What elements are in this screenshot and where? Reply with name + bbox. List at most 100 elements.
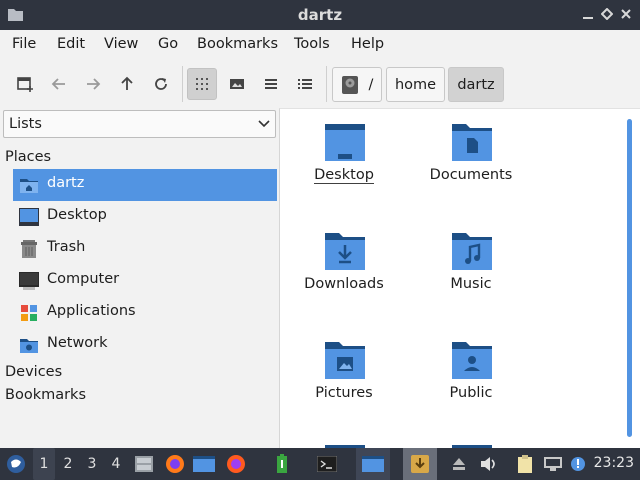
network-icon — [20, 339, 38, 353]
task-battery-app[interactable] — [272, 448, 292, 480]
arrow-left-icon — [51, 78, 65, 90]
section-devices[interactable]: Devices — [5, 364, 62, 380]
file-item-documents[interactable]: Documents — [411, 113, 531, 213]
volume-button[interactable] — [478, 448, 500, 480]
sidebar-item-dartz[interactable]: dartz — [13, 169, 277, 201]
terminal-task[interactable] — [314, 448, 340, 480]
applications-icon — [21, 305, 37, 321]
menu-bookmarks[interactable]: Bookmarks — [195, 36, 280, 52]
toolbar-separator — [326, 66, 327, 102]
toolbar-separator — [182, 66, 183, 102]
sidebar-item-desktop[interactable]: Desktop — [13, 201, 277, 233]
file-view[interactable]: Desktop Documents Downloads Music Pictur… — [279, 108, 640, 448]
public-folder-icon — [452, 342, 492, 379]
menu-tools[interactable]: Tools — [292, 36, 332, 52]
up-button[interactable] — [112, 68, 142, 100]
sidebar-item-label: Computer — [47, 271, 120, 287]
file-item-pictures[interactable]: Pictures — [284, 331, 404, 431]
firefox-launcher[interactable] — [163, 448, 187, 480]
drive-icon — [341, 75, 358, 94]
minimize-button[interactable] — [580, 6, 596, 22]
firefox-icon — [227, 455, 245, 473]
back-button[interactable] — [44, 68, 74, 100]
close-button[interactable] — [618, 6, 634, 22]
sidebar-item-trash[interactable]: Trash — [13, 233, 277, 265]
menu-edit[interactable]: Edit — [55, 36, 87, 52]
workspace-3[interactable]: 3 — [81, 448, 103, 480]
pictures-folder-icon — [325, 342, 365, 379]
download-icon — [411, 455, 429, 473]
arrow-right-icon — [87, 78, 101, 90]
reload-icon — [155, 78, 167, 90]
taskbar: 1 2 3 4 23:23 — [0, 448, 640, 480]
file-manager-launcher[interactable] — [132, 448, 156, 480]
menu-file[interactable]: File — [10, 36, 38, 52]
eject-icon — [453, 458, 465, 470]
file-manager-task[interactable] — [356, 448, 390, 480]
sidebar-item-label: Applications — [47, 303, 136, 319]
documents-folder-icon — [452, 124, 492, 161]
thumbnail-view-button[interactable] — [222, 68, 252, 100]
menu-go[interactable]: Go — [156, 36, 180, 52]
sidebar-item-applications[interactable]: Applications — [13, 297, 277, 329]
workspace-2[interactable]: 2 — [57, 448, 79, 480]
sidebar-view-select[interactable]: Lists — [3, 110, 276, 138]
workspace-1[interactable]: 1 — [33, 448, 55, 480]
menu-bar: File Edit View Go Bookmarks Tools Help — [0, 30, 640, 60]
detail-list-icon — [298, 79, 312, 89]
desktop-icon — [193, 456, 215, 472]
breadcrumb-home[interactable]: home — [386, 67, 445, 102]
forward-button[interactable] — [78, 68, 108, 100]
lubuntu-logo-icon — [7, 455, 25, 473]
file-item-downloads[interactable]: Downloads — [284, 222, 404, 322]
downloads-task[interactable] — [403, 448, 437, 480]
image-view-icon — [230, 79, 244, 89]
section-places[interactable]: Places — [5, 149, 51, 165]
music-folder-icon — [452, 233, 492, 270]
file-item-public[interactable]: Public — [411, 331, 531, 431]
clipboard-button[interactable] — [514, 448, 536, 480]
compact-list-icon — [265, 79, 277, 89]
eject-button[interactable] — [449, 448, 469, 480]
home-folder-icon — [20, 179, 38, 193]
firefox-icon — [166, 455, 184, 473]
sidebar-item-label: Network — [47, 335, 108, 351]
start-menu-button[interactable] — [4, 448, 28, 480]
sidebar: Lists Places dartz Desktop Trash Compute… — [0, 108, 279, 448]
show-desktop-button[interactable] — [192, 448, 216, 480]
computer-icon — [19, 272, 39, 290]
breadcrumb-home-label: home — [394, 76, 437, 93]
sidebar-item-label: Trash — [47, 239, 86, 255]
section-bookmarks[interactable]: Bookmarks — [5, 387, 86, 403]
arrow-up-icon — [121, 76, 133, 90]
sidebar-item-computer[interactable]: Computer — [13, 265, 277, 297]
clock[interactable]: 23:23 — [594, 455, 634, 471]
file-item-music[interactable]: Music — [411, 222, 531, 322]
update-notifier-button[interactable] — [568, 448, 588, 480]
desktop-folder-icon — [325, 124, 365, 161]
file-item-desktop[interactable]: Desktop — [284, 113, 404, 213]
breadcrumb-dartz-label: dartz — [457, 76, 495, 93]
maximize-button[interactable] — [599, 6, 615, 22]
menu-view[interactable]: View — [102, 36, 140, 52]
list-view-button[interactable] — [290, 68, 320, 100]
workspace-4[interactable]: 4 — [105, 448, 127, 480]
icon-view-button[interactable] — [187, 68, 217, 100]
new-tab-button[interactable] — [10, 68, 40, 100]
file-item-label: Desktop — [314, 167, 374, 184]
trash-icon — [21, 240, 37, 258]
breadcrumb-root-label: / — [368, 76, 374, 93]
sidebar-view-select-value: Lists — [9, 116, 42, 132]
grid-view-icon — [196, 78, 208, 90]
vertical-scrollbar[interactable] — [627, 119, 632, 437]
compact-view-button[interactable] — [256, 68, 286, 100]
firefox-launcher-2[interactable] — [224, 448, 248, 480]
menu-help[interactable]: Help — [349, 36, 386, 52]
file-item-label: Music — [450, 276, 492, 292]
breadcrumb-root[interactable]: / — [332, 67, 382, 102]
sidebar-item-network[interactable]: Network — [13, 329, 277, 361]
breadcrumb-dartz[interactable]: dartz — [448, 67, 504, 102]
reload-button[interactable] — [146, 68, 176, 100]
network-button[interactable] — [541, 448, 565, 480]
clipboard-icon — [518, 455, 532, 473]
